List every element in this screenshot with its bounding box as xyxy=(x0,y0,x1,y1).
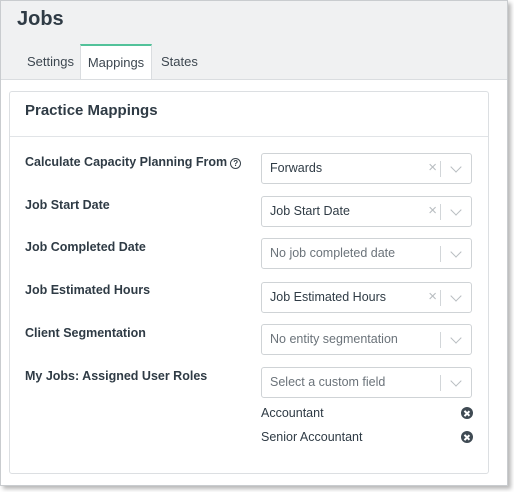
remove-circle-icon[interactable] xyxy=(461,431,473,443)
card-header: Practice Mappings xyxy=(10,92,488,137)
clear-icon[interactable]: × xyxy=(428,197,437,225)
chevron-down-icon[interactable] xyxy=(450,375,462,387)
assigned-user-roles-label: My Jobs: Assigned User Roles xyxy=(25,369,208,383)
chevron-down-icon[interactable] xyxy=(450,332,462,344)
job-completed-date-label: Job Completed Date xyxy=(25,240,146,254)
job-estimated-hours-select[interactable]: Job Estimated Hours × xyxy=(261,282,472,313)
clear-icon[interactable]: × xyxy=(428,154,437,182)
role-label: Senior Accountant xyxy=(261,430,363,444)
role-list-item: Accountant xyxy=(261,404,473,422)
job-completed-date-placeholder: No job completed date xyxy=(270,246,396,260)
capacity-planning-value: Forwards xyxy=(270,161,323,175)
page-title: Jobs xyxy=(17,8,64,30)
window-frame: Jobs Settings Mappings States Practice M… xyxy=(0,0,508,486)
job-start-date-label: Job Start Date xyxy=(25,198,110,212)
remove-circle-icon[interactable] xyxy=(461,407,473,419)
chevron-down-icon[interactable] xyxy=(450,161,462,173)
assigned-user-roles-placeholder: Select a custom field xyxy=(270,375,386,389)
select-separator xyxy=(440,161,441,177)
select-separator xyxy=(440,204,441,220)
question-circle-icon[interactable]: ? xyxy=(230,158,242,169)
capacity-planning-select[interactable]: Forwards × xyxy=(261,153,472,184)
capacity-planning-label: Calculate Capacity Planning From? xyxy=(25,155,242,169)
capacity-planning-label-text: Calculate Capacity Planning From xyxy=(25,155,228,169)
chevron-down-icon[interactable] xyxy=(450,290,462,302)
assigned-user-roles-select[interactable]: Select a custom field xyxy=(261,367,472,398)
role-list-item: Senior Accountant xyxy=(261,428,473,446)
client-segmentation-label: Client Segmentation xyxy=(25,326,146,340)
card-title: Practice Mappings xyxy=(25,102,158,119)
tab-states[interactable]: States xyxy=(151,44,208,80)
select-separator xyxy=(440,375,441,391)
job-estimated-hours-value: Job Estimated Hours xyxy=(270,290,387,304)
practice-mappings-card: Practice Mappings Calculate Capacity Pla… xyxy=(9,91,489,474)
job-start-date-value: Job Start Date xyxy=(270,204,350,218)
select-separator xyxy=(440,290,441,306)
tab-content: Practice Mappings Calculate Capacity Pla… xyxy=(1,79,507,485)
chevron-down-icon[interactable] xyxy=(450,246,462,258)
client-segmentation-select[interactable]: No entity segmentation xyxy=(261,324,472,355)
select-separator xyxy=(440,246,441,262)
client-segmentation-placeholder: No entity segmentation xyxy=(270,332,398,346)
select-separator xyxy=(440,332,441,348)
role-label: Accountant xyxy=(261,406,324,420)
tab-mappings[interactable]: Mappings xyxy=(80,44,152,80)
job-estimated-hours-label: Job Estimated Hours xyxy=(25,283,151,297)
clear-icon[interactable]: × xyxy=(428,283,437,311)
chevron-down-icon[interactable] xyxy=(450,204,462,216)
tab-settings[interactable]: Settings xyxy=(17,44,84,80)
job-completed-date-select[interactable]: No job completed date xyxy=(261,238,472,269)
job-start-date-select[interactable]: Job Start Date × xyxy=(261,196,472,227)
